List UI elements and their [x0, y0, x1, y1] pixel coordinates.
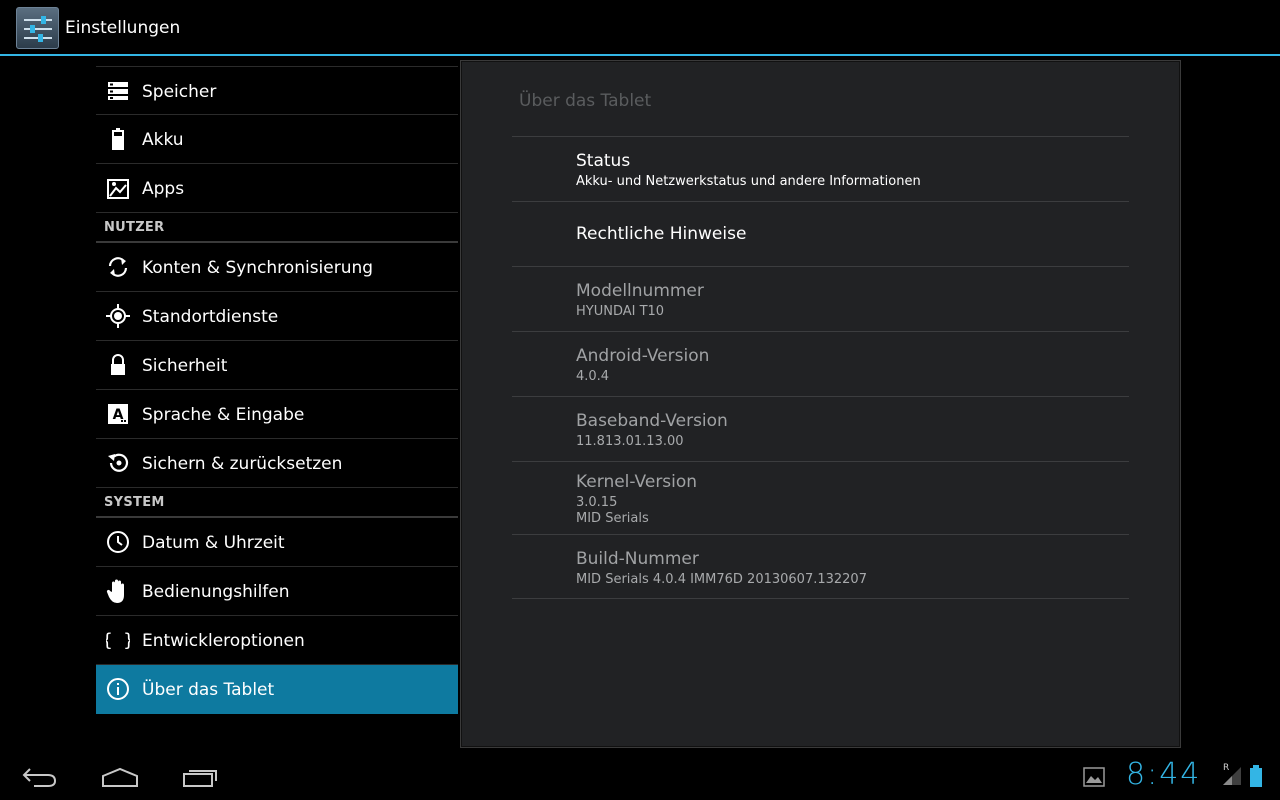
category-label: NUTZER: [104, 220, 165, 235]
sync-icon: [106, 255, 130, 279]
back-icon[interactable]: [14, 762, 66, 792]
preference-list: Status Akku- und Netzwerkstatus und ander…: [512, 136, 1129, 599]
settings-header-list: Speicher Akku Apps NUTZER Konten & Synchroni…: [96, 66, 458, 714]
sidebar-item-storage[interactable]: Speicher: [96, 66, 458, 115]
pref-title: Android-Version: [576, 346, 710, 366]
sidebar-item-about-tablet[interactable]: Über das Tablet: [96, 665, 458, 714]
sidebar-item-security[interactable]: Sicherheit: [96, 341, 458, 390]
roaming-indicator: R: [1223, 763, 1230, 773]
sidebar-item-label: Bedienungshilfen: [142, 582, 290, 602]
sidebar-item-label: Akku: [142, 130, 184, 150]
sidebar-item-label: Konten & Synchronisierung: [142, 258, 374, 278]
category-system: SYSTEM: [96, 488, 458, 518]
battery-status-icon: [1249, 765, 1263, 791]
pref-summary: MID Serials 4.0.4 IMM76D 20130607.132207: [576, 572, 867, 587]
category-label: SYSTEM: [104, 495, 165, 510]
hand-icon: [106, 579, 130, 603]
pref-legal[interactable]: Rechtliche Hinweise: [512, 201, 1129, 266]
sidebar-item-label: Datum & Uhrzeit: [142, 533, 285, 553]
pref-summary: 4.0.4: [576, 369, 610, 384]
sidebar-item-language-input[interactable]: A Sprache & Eingabe: [96, 390, 458, 439]
pref-android-version[interactable]: Android-Version 4.0.4: [512, 331, 1129, 396]
status-clock: 8:44: [1126, 757, 1202, 792]
app-title: Einstellungen: [65, 18, 181, 38]
info-icon: [106, 677, 130, 701]
gallery-notification-icon[interactable]: [1083, 767, 1105, 791]
pref-title: Baseband-Version: [576, 411, 728, 431]
sidebar-item-date-time[interactable]: Datum & Uhrzeit: [96, 518, 458, 567]
sidebar-item-label: Sprache & Eingabe: [142, 405, 305, 425]
battery-icon: [106, 127, 130, 151]
detail-title: Über das Tablet: [519, 91, 652, 111]
lock-icon: [106, 353, 130, 377]
category-user: NUTZER: [96, 213, 458, 243]
sidebar-item-apps[interactable]: Apps: [96, 164, 458, 213]
pref-status[interactable]: Status Akku- und Netzwerkstatus und ander…: [512, 136, 1129, 201]
sidebar-item-backup-reset[interactable]: Sichern & zurücksetzen: [96, 439, 458, 488]
pref-summary: 3.0.15: [576, 495, 618, 510]
pref-title: Kernel-Version: [576, 472, 698, 492]
settings-sliders-icon[interactable]: [16, 7, 59, 49]
pref-title: Rechtliche Hinweise: [576, 224, 747, 244]
sidebar-item-label: Über das Tablet: [142, 680, 275, 700]
sidebar-item-battery[interactable]: Akku: [96, 115, 458, 164]
recent-apps-icon[interactable]: [174, 762, 226, 792]
pref-baseband-version[interactable]: Baseband-Version 11.813.01.13.00: [512, 396, 1129, 461]
backup-reset-icon: [106, 451, 130, 475]
sidebar-item-label: Entwickleroptionen: [142, 631, 305, 651]
sidebar-item-accounts-sync[interactable]: Konten & Synchronisierung: [96, 243, 458, 292]
sidebar-item-developer-options[interactable]: { } Entwickleroptionen: [96, 616, 458, 665]
sidebar-item-label: Apps: [142, 179, 185, 199]
pref-summary: Akku- und Netzwerkstatus und andere Info…: [576, 174, 921, 189]
pref-kernel-version[interactable]: Kernel-Version 3.0.15 MID Serials: [512, 461, 1129, 534]
svg-text:{ }: { }: [106, 630, 130, 651]
sidebar-item-label: Sicherheit: [142, 356, 228, 376]
pref-title: Modellnummer: [576, 281, 704, 301]
home-icon[interactable]: [94, 762, 146, 792]
signal-roaming-icon: R: [1221, 763, 1243, 791]
apps-icon: [106, 176, 130, 200]
pref-title: Build-Nummer: [576, 549, 699, 569]
sidebar-item-location[interactable]: Standortdienste: [96, 292, 458, 341]
sidebar-item-label: Standortdienste: [142, 307, 279, 327]
clock-icon: [106, 530, 130, 554]
storage-icon: [106, 79, 130, 103]
action-bar: Einstellungen: [0, 0, 1280, 56]
detail-pane: Über das Tablet Status Akku- und Netzwerk…: [460, 60, 1181, 748]
sidebar-item-label: Speicher: [142, 82, 217, 102]
pref-build-number[interactable]: Build-Nummer MID Serials 4.0.4 IMM76D 201…: [512, 534, 1129, 599]
pref-summary: HYUNDAI T10: [576, 304, 665, 319]
braces-icon: { }: [106, 628, 130, 652]
sidebar-item-label: Sichern & zurücksetzen: [142, 454, 343, 474]
pref-summary: 11.813.01.13.00: [576, 434, 684, 449]
pref-summary: MID Serials: [576, 511, 649, 526]
pref-title: Status: [576, 151, 631, 171]
pref-model-number[interactable]: Modellnummer HYUNDAI T10: [512, 266, 1129, 331]
sidebar-item-accessibility[interactable]: Bedienungshilfen: [96, 567, 458, 616]
language-icon: A: [106, 402, 130, 426]
location-icon: [106, 304, 130, 328]
